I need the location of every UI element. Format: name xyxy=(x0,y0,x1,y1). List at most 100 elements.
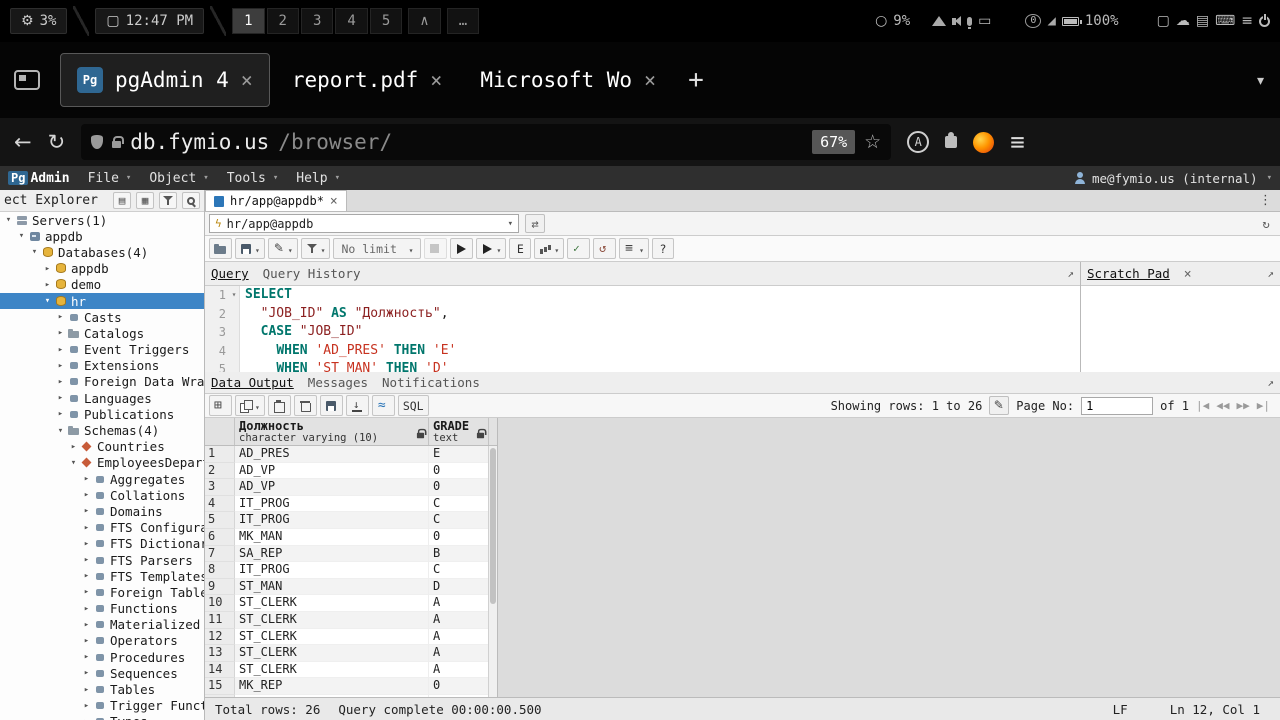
cancel-query-button[interactable] xyxy=(424,238,447,259)
cell-grade[interactable]: A xyxy=(429,612,489,629)
tree-item-extensions[interactable]: ▸Extensions xyxy=(0,358,204,374)
row-number[interactable]: 2 xyxy=(205,463,235,480)
tree-item-aggregates[interactable]: ▸Aggregates xyxy=(0,471,204,487)
prev-page-button[interactable] xyxy=(1216,399,1229,412)
table-row[interactable]: 4IT_PROGC xyxy=(205,496,497,513)
cell-grade[interactable]: C xyxy=(429,512,489,529)
menu-help[interactable]: Help xyxy=(296,171,340,186)
expand-icon[interactable]: ▸ xyxy=(54,377,67,387)
workspace-5[interactable]: 5 xyxy=(370,8,402,34)
expand-icon[interactable]: ▸ xyxy=(54,393,67,403)
row-number[interactable]: 14 xyxy=(205,662,235,679)
user-menu[interactable]: me@fymio.us (internal) xyxy=(1074,171,1272,186)
cell-dolzhnost[interactable]: ST_CLERK xyxy=(235,612,429,629)
tab-query-history[interactable]: Query History xyxy=(263,266,361,281)
mic-icon[interactable] xyxy=(967,17,972,26)
scratch-pad[interactable] xyxy=(1081,286,1280,372)
cell-grade[interactable]: A xyxy=(429,595,489,612)
tabs-overview-icon[interactable] xyxy=(14,70,40,90)
collapse-icon[interactable]: ▾ xyxy=(28,247,41,257)
expand-scratch-icon[interactable]: ↗ xyxy=(1267,267,1274,280)
firefox-icon[interactable] xyxy=(973,132,994,153)
cell-grade[interactable]: 0 xyxy=(429,678,489,695)
download-button[interactable] xyxy=(346,395,369,416)
expand-icon[interactable]: ▸ xyxy=(80,620,93,630)
expand-icon[interactable]: ▸ xyxy=(80,636,93,646)
extensions-icon[interactable] xyxy=(945,136,957,148)
cell-grade[interactable]: 0 xyxy=(429,529,489,546)
next-page-button[interactable] xyxy=(1237,399,1250,412)
tree-item-procedures[interactable]: ▸Procedures xyxy=(0,649,204,665)
expand-icon[interactable]: ▸ xyxy=(41,280,54,290)
panel-left-icon[interactable]: ▤ xyxy=(113,192,131,209)
tree-item-event-triggers[interactable]: ▸Event Triggers xyxy=(0,342,204,358)
close-scratch-icon[interactable] xyxy=(1184,266,1192,282)
grid-scrollbar[interactable] xyxy=(488,446,497,697)
eol-indicator[interactable]: LF xyxy=(1113,702,1128,717)
row-number[interactable]: 4 xyxy=(205,496,235,513)
list-all-tabs-icon[interactable] xyxy=(1255,70,1266,91)
cell-dolzhnost[interactable]: AD_VP xyxy=(235,479,429,496)
expand-icon[interactable]: ▸ xyxy=(80,474,93,484)
cpu-indicator[interactable]: ⚙ 3% xyxy=(10,8,67,34)
expand-icon[interactable]: ▸ xyxy=(54,361,67,371)
close-tab-icon[interactable] xyxy=(644,68,656,92)
cell-dolzhnost[interactable]: ST_CLERK xyxy=(235,662,429,679)
expand-icon[interactable]: ▸ xyxy=(80,539,93,549)
tree-item-foreign-tables[interactable]: ▸Foreign Tables xyxy=(0,584,204,600)
last-page-button[interactable] xyxy=(1257,399,1270,412)
expand-icon[interactable]: ▸ xyxy=(54,312,67,322)
table-row[interactable]: 11ST_CLERKA xyxy=(205,612,497,629)
cell-dolzhnost[interactable]: MK_MAN xyxy=(235,529,429,546)
cell-dolzhnost[interactable]: AD_VP xyxy=(235,463,429,480)
table-row[interactable]: 16ST_MAND xyxy=(205,695,497,697)
tree-item-publications[interactable]: ▸Publications xyxy=(0,406,204,422)
first-page-button[interactable] xyxy=(1196,399,1209,412)
menu-icon[interactable]: ≡ xyxy=(1241,13,1253,29)
tree-item-fts-parsers[interactable]: ▸FTS Parsers xyxy=(0,552,204,568)
explain-analyze-button[interactable] xyxy=(534,238,564,259)
tree-item-databases-4[interactable]: ▾Databases(4) xyxy=(0,244,204,260)
row-number[interactable]: 15 xyxy=(205,678,235,695)
rollback-button[interactable] xyxy=(593,238,616,259)
expand-icon[interactable]: ▸ xyxy=(54,328,67,338)
tree-item-fts-configurations[interactable]: ▸FTS Configurations xyxy=(0,520,204,536)
cell-grade[interactable]: C xyxy=(429,562,489,579)
expand-icon[interactable]: ▸ xyxy=(80,555,93,565)
edit-button[interactable] xyxy=(268,238,298,259)
explain-button[interactable]: E xyxy=(509,238,531,259)
table-row[interactable]: 1AD_PRESE xyxy=(205,446,497,463)
back-button[interactable]: ← xyxy=(14,130,32,154)
workspace-2[interactable]: 2 xyxy=(267,8,299,34)
row-number[interactable]: 7 xyxy=(205,546,235,563)
tab-data-output[interactable]: Data Output xyxy=(211,375,294,390)
close-tab-icon[interactable] xyxy=(430,68,442,92)
row-number[interactable]: 1 xyxy=(205,446,235,463)
sql-button[interactable]: SQL xyxy=(398,395,429,416)
tab-notifications[interactable]: Notifications xyxy=(382,375,480,390)
save-button[interactable] xyxy=(235,238,265,259)
collapse-icon[interactable]: ▾ xyxy=(54,426,67,436)
account-icon[interactable]: A xyxy=(907,131,929,153)
row-number[interactable]: 8 xyxy=(205,562,235,579)
tree-item-functions[interactable]: ▸Functions xyxy=(0,601,204,617)
zoom-indicator[interactable]: 67% xyxy=(812,130,855,154)
tree-item-operators[interactable]: ▸Operators xyxy=(0,633,204,649)
table-row[interactable]: 10ST_CLERKA xyxy=(205,595,497,612)
expand-icon[interactable]: ▸ xyxy=(54,409,67,419)
tree-item-domains[interactable]: ▸Domains xyxy=(0,503,204,519)
cell-grade[interactable]: D xyxy=(429,579,489,596)
expand-icon[interactable]: ▸ xyxy=(80,571,93,581)
column-header-grade[interactable]: GRADE text xyxy=(429,418,489,445)
tab-messages[interactable]: Messages xyxy=(308,375,368,390)
tree-item-fts-dictionaries[interactable]: ▸FTS Dictionaries xyxy=(0,536,204,552)
new-tab-button[interactable] xyxy=(678,65,714,95)
save-data-button[interactable] xyxy=(320,395,343,416)
table-row[interactable]: 7SA_REPB xyxy=(205,546,497,563)
tree-item-demo[interactable]: ▸demo xyxy=(0,277,204,293)
expand-icon[interactable]: ▸ xyxy=(54,345,67,355)
row-number[interactable]: 11 xyxy=(205,612,235,629)
expand-icon[interactable]: ▸ xyxy=(80,652,93,662)
copy-button[interactable] xyxy=(235,395,265,416)
execute-button[interactable] xyxy=(450,238,473,259)
